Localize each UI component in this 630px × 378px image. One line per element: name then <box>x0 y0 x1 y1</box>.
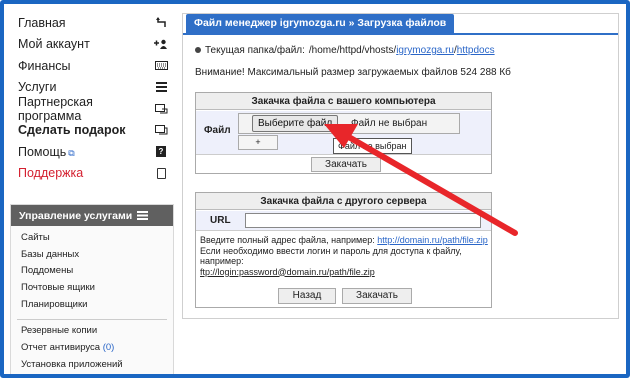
add-file-button[interactable]: + <box>238 135 278 150</box>
share-icon <box>154 103 169 115</box>
menu-list-icon <box>137 211 149 220</box>
hint-ftp-example: ftp://login:password@domain.ru/path/file… <box>200 266 375 277</box>
choose-file-button[interactable]: Выберите файл <box>252 115 339 132</box>
document-icon <box>154 167 168 179</box>
keyboard-icon <box>154 60 168 72</box>
service-item-databases[interactable]: Базы данных <box>11 247 173 264</box>
list-icon <box>154 81 168 93</box>
size-warning: Внимание! Максимальный размер загружаемы… <box>195 67 511 78</box>
antivirus-label: Отчет антивируса <box>21 342 101 354</box>
antivirus-count: (0) <box>102 342 115 354</box>
add-user-icon <box>154 38 168 50</box>
bullet-icon <box>195 47 201 54</box>
menu-item-home[interactable]: Главная <box>18 12 168 34</box>
menu-item-label: Главная <box>18 15 66 30</box>
sidebar-menu: Главная Мой аккаунт Финансы Услуги Партн… <box>18 12 168 184</box>
gift-icon <box>154 124 168 136</box>
services-title: Управление услугами <box>19 209 133 222</box>
url-input[interactable] <box>245 213 481 228</box>
current-folder: Текущая папка/файл:/home/httpd/vhosts/ig… <box>195 45 495 56</box>
no-file-text: Файл не выбран <box>351 118 428 129</box>
tooltip: Файл не выбран <box>333 138 412 154</box>
remote-upload-box: Закачка файла с другого сервера URL Введ… <box>195 192 492 308</box>
services-panel: Управление услугами Сайты Базы данных По… <box>10 204 174 376</box>
menu-item-label: Партнерская программа <box>18 94 93 123</box>
menu-item-finance[interactable]: Финансы <box>18 55 168 77</box>
back-button[interactable]: Назад <box>278 288 336 304</box>
service-item-schedulers[interactable]: Планировщики <box>11 297 173 314</box>
file-row: Файл Выберите файл Файл не выбран + Файл… <box>196 111 491 155</box>
menu-item-help[interactable]: Помощь ⧉ ? <box>18 141 168 163</box>
service-item-sites[interactable]: Сайты <box>11 230 173 247</box>
service-item-mailboxes[interactable]: Почтовые ящики <box>11 280 173 297</box>
file-label: Файл <box>204 125 231 136</box>
menu-item-support[interactable]: Поддержка <box>18 163 168 185</box>
service-item-backups[interactable]: Резервные копии <box>11 323 173 340</box>
url-row: URL <box>196 211 491 231</box>
folder-label: Текущая папка/файл: <box>205 45 305 56</box>
hint-line2: Если необходимо ввести логин и пароль дл… <box>200 245 462 267</box>
service-item-antivirus[interactable]: Отчет антивируса (0) <box>11 340 173 357</box>
menu-item-label: Помощь <box>18 144 67 159</box>
menu-item-label: Услуги <box>18 80 57 95</box>
service-item-apps[interactable]: Установка приложений <box>11 357 173 374</box>
menu-item-partner[interactable]: Партнерская программа <box>18 94 169 123</box>
local-upload-title: Закачка файла с вашего компьютера <box>196 93 491 110</box>
external-link-icon: ⧉ <box>68 147 75 158</box>
menu-item-label: Поддержка <box>18 166 84 181</box>
service-item-subdomains[interactable]: Поддомены <box>11 263 173 280</box>
menu-item-account[interactable]: Мой аккаунт <box>18 34 168 56</box>
question-icon: ? <box>154 146 168 158</box>
hint-example-link[interactable]: http://domain.ru/path/file.zip <box>377 235 488 245</box>
upload-button[interactable]: Закачать <box>311 157 381 172</box>
file-manager-panel: Файл менеджер igrymozga.ru » Загрузка фа… <box>182 13 619 319</box>
hint-line1: Введите полный адрес файла, например: <box>200 235 378 245</box>
local-upload-box: Закачка файла с вашего компьютера Файл В… <box>195 92 492 174</box>
url-label: URL <box>210 215 231 226</box>
menu-item-label: Финансы <box>18 58 71 73</box>
tab-underline <box>183 33 618 35</box>
menu-item-label: Сделать подарок <box>18 123 126 138</box>
path-httpdocs-link[interactable]: httpdocs <box>457 45 495 56</box>
remote-upload-button[interactable]: Закачать <box>342 288 412 304</box>
menu-item-help-wrap: Помощь ⧉ <box>18 145 75 159</box>
path-domain-link[interactable]: igrymozga.ru <box>396 45 454 56</box>
remote-upload-title: Закачка файла с другого сервера <box>196 193 491 210</box>
path-prefix: /home/httpd/vhosts/ <box>308 45 397 56</box>
url-hint: Введите полный адрес файла, например: ht… <box>200 235 490 277</box>
services-header[interactable]: Управление услугами <box>11 205 173 226</box>
services-divider <box>17 313 167 321</box>
undo-arrow-icon <box>154 17 168 29</box>
menu-item-label: Мой аккаунт <box>18 37 90 52</box>
tab-upload[interactable]: Файл менеджер igrymozga.ru » Загрузка фа… <box>186 14 455 33</box>
folder-path: /home/httpd/vhosts/igrymozga.ru/httpdocs <box>309 45 495 56</box>
